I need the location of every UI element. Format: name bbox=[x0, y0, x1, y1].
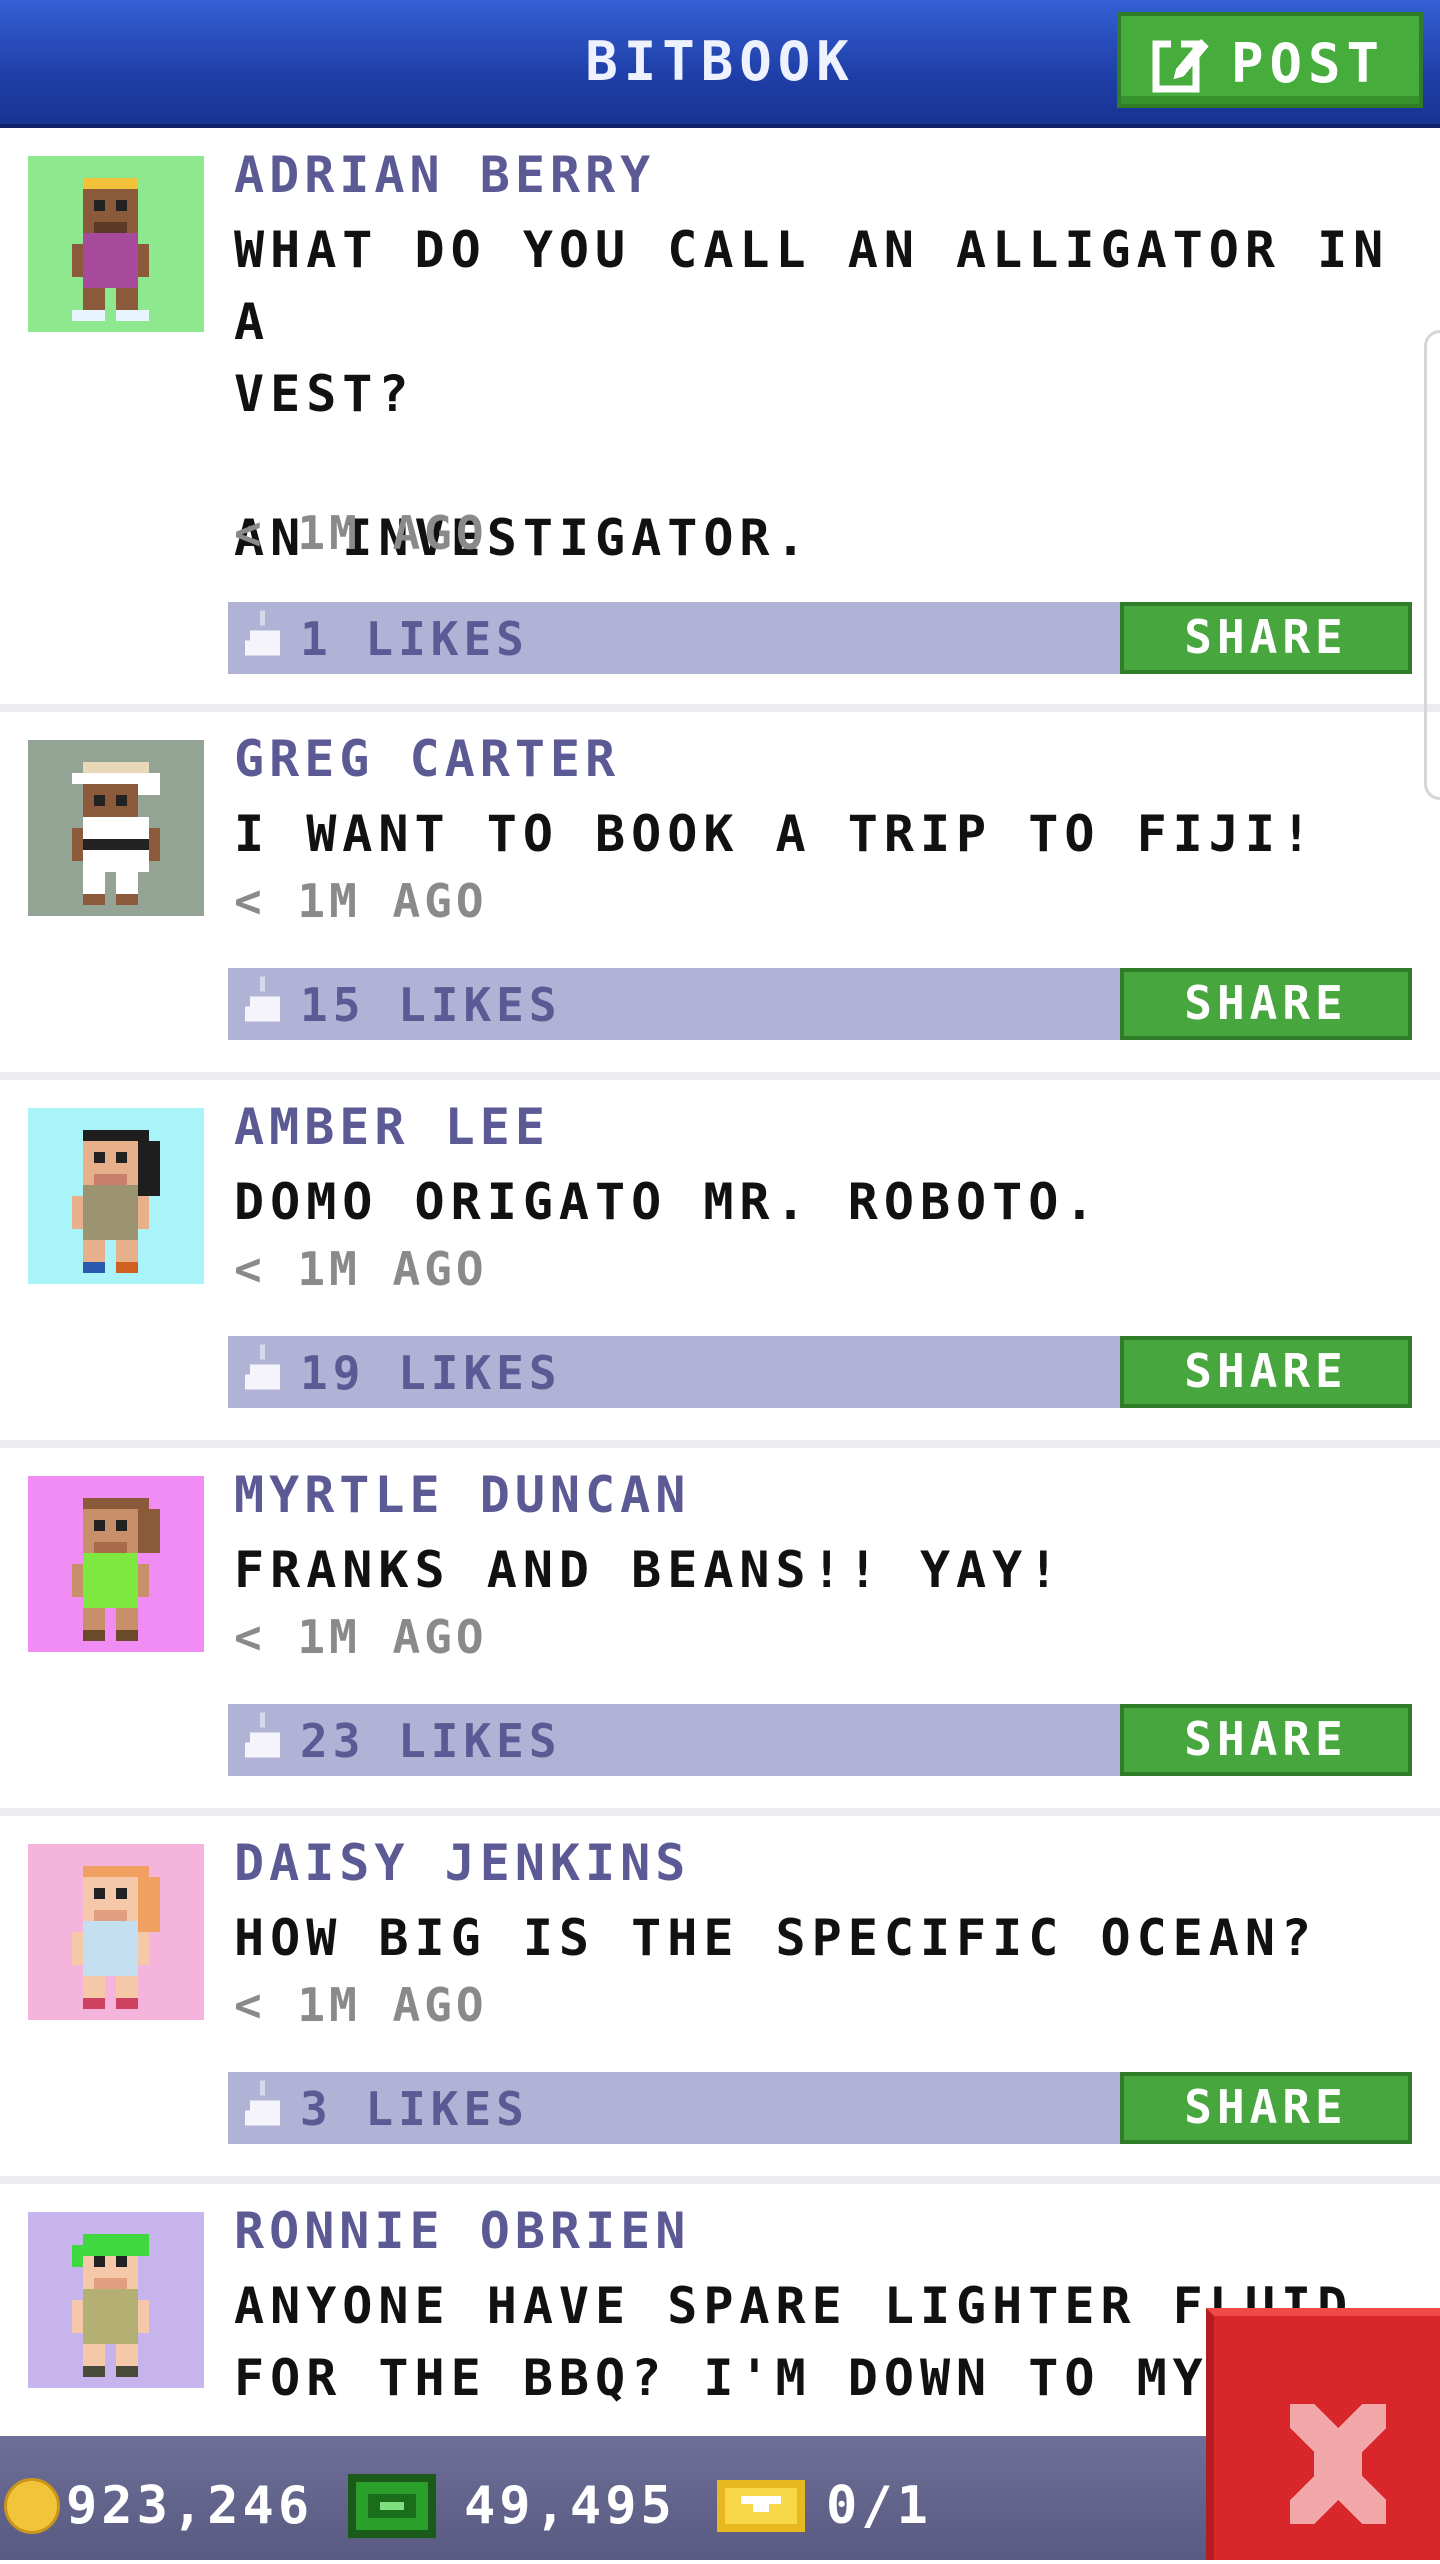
likes-count: 1 LIKES bbox=[300, 612, 529, 666]
close-button[interactable] bbox=[1206, 2308, 1440, 2560]
post-author: MYRTLE DUNCAN bbox=[234, 1466, 691, 1524]
likes-bar: 23 LIKES SHARE bbox=[228, 1704, 1412, 1776]
post-message: I WANT TO BOOK A TRIP TO FIJI! bbox=[234, 805, 1318, 863]
bux-count: 49,495 bbox=[464, 2476, 676, 2536]
feed-post: GREG CARTER I WANT TO BOOK A TRIP TO FIJ… bbox=[0, 712, 1440, 1080]
avatar[interactable] bbox=[28, 1108, 204, 1284]
like-icon[interactable] bbox=[240, 976, 290, 1032]
post-message: DOMO ORIGATO MR. ROBOTO. bbox=[234, 1173, 1101, 1231]
avatar[interactable] bbox=[28, 740, 204, 916]
share-button[interactable]: SHARE bbox=[1120, 1704, 1412, 1776]
like-icon[interactable] bbox=[240, 2080, 290, 2136]
post-edit-icon bbox=[1152, 39, 1209, 93]
post-message: HOW BIG IS THE SPECIFIC OCEAN? bbox=[234, 1909, 1318, 1967]
post-author: GREG CARTER bbox=[234, 730, 621, 788]
like-icon[interactable] bbox=[240, 1712, 290, 1768]
close-icon bbox=[1290, 2404, 1386, 2524]
likes-count: 15 LIKES bbox=[300, 978, 562, 1032]
post-button[interactable]: POST bbox=[1117, 12, 1423, 108]
likes-count: 23 LIKES bbox=[300, 1714, 562, 1768]
share-button[interactable]: SHARE bbox=[1120, 968, 1412, 1040]
likes-count: 19 LIKES bbox=[300, 1346, 562, 1400]
post-author: ADRIAN BERRY bbox=[234, 146, 656, 204]
post-button-label: POST bbox=[1231, 32, 1386, 95]
feed-post: MYRTLE DUNCAN FRANKS AND BEANS!! YAY! < … bbox=[0, 1448, 1440, 1816]
post-time: < 1M AGO bbox=[234, 1242, 488, 1296]
like-icon[interactable] bbox=[240, 1344, 290, 1400]
ticket-icon bbox=[717, 2480, 805, 2532]
post-author: DAISY JENKINS bbox=[234, 1834, 691, 1892]
coins-count: 923,246 bbox=[66, 2476, 314, 2536]
share-button[interactable]: SHARE bbox=[1120, 1336, 1412, 1408]
avatar[interactable] bbox=[28, 156, 204, 332]
post-time: < 1M AGO bbox=[234, 1610, 488, 1664]
avatar[interactable] bbox=[28, 1476, 204, 1652]
post-time: < 1M AGO bbox=[234, 1978, 488, 2032]
likes-bar: 19 LIKES SHARE bbox=[228, 1336, 1412, 1408]
app-header: BITBOOK POST bbox=[0, 0, 1440, 128]
coin-icon bbox=[4, 2478, 60, 2534]
post-time: < 1M AGO bbox=[234, 874, 488, 928]
bux-icon bbox=[348, 2474, 436, 2538]
feed-post: DAISY JENKINS HOW BIG IS THE SPECIFIC OC… bbox=[0, 1816, 1440, 2184]
avatar[interactable] bbox=[28, 2212, 204, 2388]
likes-bar: 15 LIKES SHARE bbox=[228, 968, 1412, 1040]
like-icon[interactable] bbox=[240, 610, 290, 666]
tickets-count: 0/1 bbox=[826, 2476, 932, 2536]
feed-post: AMBER LEE DOMO ORIGATO MR. ROBOTO. < 1M … bbox=[0, 1080, 1440, 1448]
likes-bar: 3 LIKES SHARE bbox=[228, 2072, 1412, 2144]
share-button[interactable]: SHARE bbox=[1120, 602, 1412, 674]
feed-post: ADRIAN BERRY WHAT DO YOU CALL AN ALLIGAT… bbox=[0, 128, 1440, 712]
post-time: < 1M AGO bbox=[234, 506, 488, 560]
post-author: RONNIE OBRIEN bbox=[234, 2202, 691, 2260]
likes-count: 3 LIKES bbox=[300, 2082, 529, 2136]
scroll-indicator[interactable] bbox=[1424, 330, 1440, 800]
post-author: AMBER LEE bbox=[234, 1098, 550, 1156]
likes-bar: 1 LIKES SHARE bbox=[228, 602, 1412, 674]
avatar[interactable] bbox=[28, 1844, 204, 2020]
post-message: FRANKS AND BEANS!! YAY! bbox=[234, 1541, 1065, 1599]
share-button[interactable]: SHARE bbox=[1120, 2072, 1412, 2144]
